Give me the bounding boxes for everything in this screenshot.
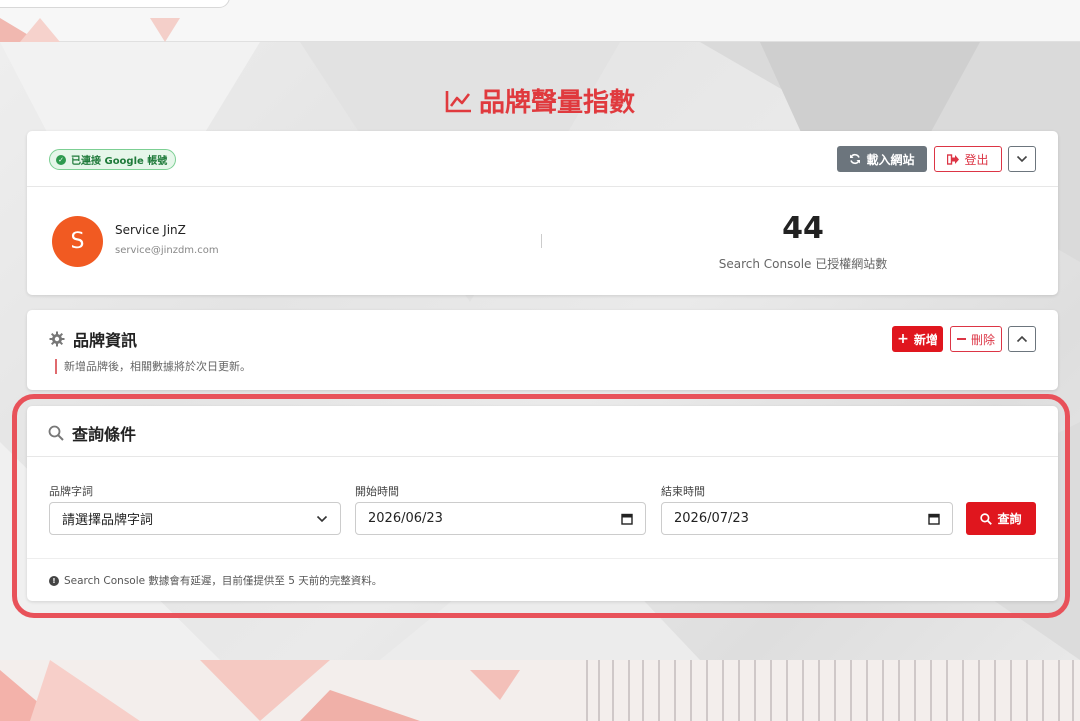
brand-term-label: 品牌字詞 — [49, 485, 93, 498]
query-card: 查詢條件 品牌字詞 請選擇品牌字詞 開始時間 2026/06/23 結束時間 2… — [27, 406, 1058, 601]
line-chart-icon — [445, 90, 471, 112]
brand-term-value: 請選擇品牌字詞 — [62, 513, 154, 528]
info-icon: ! — [49, 575, 59, 586]
page-title: 品牌聲量指數 — [0, 82, 1080, 119]
user-email: service@jinzdm.com — [115, 245, 219, 256]
account-card: ✓ 已連接 Google 帳號 載入網站 登出 S Service JinZ s… — [27, 131, 1058, 295]
user-name: Service JinZ — [115, 223, 186, 237]
collapse-toggle-button[interactable] — [1008, 146, 1036, 172]
delete-brand-label: 刪除 — [970, 332, 995, 347]
refresh-icon — [850, 153, 861, 165]
site-count: 44 — [782, 211, 824, 246]
browser-top-strip — [0, 0, 1080, 42]
query-card-header: 查詢條件 — [27, 406, 1058, 457]
search-icon — [980, 512, 993, 525]
query-footer: ! Search Console 數據會有延遲，目前僅提供至 5 天前的完整資料… — [27, 558, 1058, 601]
query-submit-button[interactable]: 查詢 — [966, 502, 1036, 535]
sign-out-icon — [947, 153, 960, 165]
start-date-value: 2026/06/23 — [368, 511, 443, 526]
add-brand-button[interactable]: + 新增 — [892, 326, 943, 352]
google-connected-badge: ✓ 已連接 Google 帳號 — [49, 149, 177, 170]
brand-info-title: 品牌資訊 — [49, 327, 137, 351]
brand-info-note: 新增品牌後，相關數據將於次日更新。 — [55, 359, 251, 374]
end-date-input[interactable]: 2026/07/23 — [661, 502, 953, 535]
search-icon — [48, 425, 64, 441]
footer-triangles — [0, 660, 520, 721]
query-submit-label: 查詢 — [997, 512, 1022, 526]
google-badge-label: 已連接 Google 帳號 — [71, 156, 168, 167]
query-title-text: 查詢條件 — [72, 425, 137, 444]
start-date-input[interactable]: 2026/06/23 — [355, 502, 646, 535]
calendar-icon[interactable] — [621, 513, 633, 525]
chevron-up-icon — [1016, 335, 1028, 343]
calendar-icon[interactable] — [928, 513, 940, 525]
check-circle-icon: ✓ — [56, 154, 66, 165]
logout-label: 登出 — [964, 152, 989, 167]
collapse-toggle-button[interactable] — [1008, 326, 1036, 352]
load-sites-label: 載入網站 — [866, 152, 915, 167]
decor-triangle — [150, 18, 180, 42]
logout-button[interactable]: 登出 — [934, 146, 1002, 172]
divider — [541, 234, 542, 248]
site-count-label: Search Console 已授權網站數 — [718, 257, 888, 271]
plus-icon: + — [897, 331, 909, 347]
start-date-label: 開始時間 — [355, 485, 399, 498]
end-date-label: 結束時間 — [661, 485, 705, 498]
delay-notice-text: Search Console 數據會有延遲，目前僅提供至 5 天前的完整資料。 — [64, 575, 383, 587]
delete-brand-button[interactable]: 刪除 — [950, 326, 1002, 352]
gear-icon — [49, 331, 65, 347]
user-summary: S Service JinZ service@jinzdm.com 44 Sea… — [27, 187, 1058, 295]
decor-triangle — [0, 18, 60, 42]
brand-term-select[interactable]: 請選擇品牌字詞 — [49, 502, 341, 535]
address-bar[interactable] — [0, 0, 230, 8]
avatar: S — [52, 216, 103, 267]
chevron-down-icon — [316, 515, 328, 522]
load-sites-button[interactable]: 載入網站 — [837, 146, 927, 172]
query-title: 查詢條件 — [48, 421, 136, 445]
account-card-header: ✓ 已連接 Google 帳號 載入網站 登出 — [27, 131, 1058, 187]
add-brand-label: 新增 — [913, 332, 938, 347]
chevron-down-icon — [1016, 155, 1028, 163]
page-title-text: 品牌聲量指數 — [478, 88, 635, 118]
brand-info-card: 品牌資訊 新增品牌後，相關數據將於次日更新。 + 新增 刪除 — [27, 310, 1058, 390]
brand-info-title-text: 品牌資訊 — [73, 331, 138, 350]
end-date-value: 2026/07/23 — [674, 511, 749, 526]
minus-icon — [956, 338, 966, 340]
footer-pattern — [0, 660, 1080, 721]
delay-notice: ! Search Console 數據會有延遲，目前僅提供至 5 天前的完整資料… — [49, 573, 382, 588]
